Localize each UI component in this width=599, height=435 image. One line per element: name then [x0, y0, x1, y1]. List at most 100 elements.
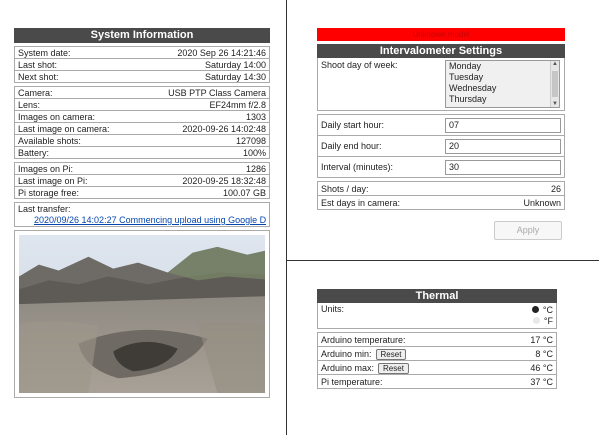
day-option[interactable]: Monday — [446, 61, 559, 72]
pi-temp-value: 37 °C — [530, 376, 553, 387]
row-value: Saturday 14:30 — [204, 71, 266, 82]
landscape-photo — [19, 235, 265, 393]
info-row-pi-storage-free: Pi storage free: 100.07 GB — [14, 187, 270, 199]
end-hour-label: Daily end hour: — [321, 141, 382, 151]
info-row-last-image-on-pi: Last image on Pi: 2020-09-25 18:32:48 — [14, 175, 270, 187]
arduino-max-row: Arduino max: Reset 46 °C — [317, 361, 557, 375]
radio-fahrenheit[interactable] — [532, 317, 540, 324]
reset-max-button[interactable]: Reset — [378, 362, 409, 374]
row-value: 1286 — [245, 163, 266, 174]
row-label: Images on camera: — [18, 111, 96, 122]
latest-image-preview[interactable] — [14, 230, 270, 398]
scroll-down-icon[interactable]: ▼ — [552, 101, 558, 107]
row-label: Battery: — [18, 147, 50, 158]
start-hour-row: Daily start hour: 07 — [317, 115, 565, 136]
row-label: System date: — [18, 47, 71, 58]
listbox-scrollbar[interactable]: ▲ ▼ — [550, 61, 559, 107]
info-row-images-on-pi: Images on Pi: 1286 — [14, 163, 270, 175]
pi-temp-row: Pi temperature: 37 °C — [317, 375, 557, 389]
end-hour-row: Daily end hour: 20 — [317, 136, 565, 157]
row-value: 1303 — [245, 111, 266, 122]
info-row-lens: Lens: EF24mm f/2.8 — [14, 99, 270, 111]
row-value: EF24mm f/2.8 — [209, 99, 266, 110]
unit-celsius-option[interactable]: °C — [531, 304, 553, 315]
info-row-last-shot: Last shot: Saturday 14:00 — [14, 59, 270, 71]
arduino-temp-row: Arduino temperature: 17 °C — [317, 333, 557, 347]
row-label: Images on Pi: — [18, 163, 74, 174]
end-hour-input[interactable]: 20 — [445, 138, 561, 154]
system-information-title: System Information — [14, 28, 270, 43]
start-hour-input[interactable]: 07 — [445, 117, 561, 133]
arduino-min-label: Arduino min: — [321, 348, 372, 359]
interval-input[interactable]: 30 — [445, 159, 561, 175]
row-label: Last shot: — [18, 59, 58, 70]
info-row-images-on-camera: Images on camera: 1303 — [14, 111, 270, 123]
shoot-day-listbox[interactable]: Monday Tuesday Wednesday Thursday ▲ ▼ — [445, 60, 560, 108]
arduino-min-row: Arduino min: Reset 8 °C — [317, 347, 557, 361]
unit-celsius-label: °C — [542, 304, 553, 315]
est-days-row: Est days in camera: Unknown — [317, 196, 565, 210]
arduino-min-value: 8 °C — [535, 348, 553, 359]
day-option[interactable]: Wednesday — [446, 83, 559, 94]
arduino-max-label: Arduino max: — [321, 362, 375, 373]
arduino-temp-label: Arduino temperature: — [321, 334, 406, 345]
thermal-panel: Thermal Units: °C °F Arduino temperature… — [317, 289, 557, 389]
row-value: USB PTP Class Camera — [168, 87, 266, 98]
row-value: 100% — [242, 147, 266, 158]
start-hour-label: Daily start hour: — [321, 120, 385, 130]
intervalometer-title: Intervalometer Settings — [317, 44, 565, 58]
last-transfer-box: Last transfer: 2020/09/26 14:02:27 Comme… — [14, 202, 270, 227]
last-transfer-link[interactable]: 2020/09/26 14:02:27 Commencing upload us… — [18, 215, 266, 226]
reset-min-button[interactable]: Reset — [375, 348, 407, 360]
shots-per-day-row: Shots / day: 26 — [317, 182, 565, 196]
interval-label: Interval (minutes): — [321, 162, 394, 172]
row-value: 2020-09-26 14:02:48 — [182, 123, 266, 134]
unit-fahrenheit-label: °F — [543, 315, 553, 326]
shots-per-day-label: Shots / day: — [321, 183, 369, 194]
shoot-day-label: Shoot day of week: — [321, 60, 398, 70]
row-label: Camera: — [18, 87, 53, 98]
system-information-panel: System Information System date: 2020 Sep … — [14, 28, 270, 398]
info-row-last-image-on-camera: Last image on camera: 2020-09-26 14:02:48 — [14, 123, 270, 135]
horizontal-divider — [287, 260, 599, 261]
info-row-system-date: System date: 2020 Sep 26 14:21:46 — [14, 47, 270, 59]
arduino-max-value: 46 °C — [530, 362, 553, 373]
time-group: System date: 2020 Sep 26 14:21:46 Last sh… — [14, 46, 270, 83]
row-label: Next shot: — [18, 71, 59, 82]
row-value: 2020-09-25 18:32:48 — [182, 175, 266, 186]
vertical-divider — [286, 0, 287, 435]
interval-row: Interval (minutes): 30 — [317, 157, 565, 178]
unit-fahrenheit-option[interactable]: °F — [532, 315, 553, 326]
pi-group: Images on Pi: 1286 Last image on Pi: 2020-… — [14, 162, 270, 199]
scroll-up-icon[interactable]: ▲ — [552, 61, 558, 67]
camera-group: Camera: USB PTP Class Camera Lens: EF24mm … — [14, 86, 270, 159]
units-label: Units: — [321, 304, 345, 314]
day-option[interactable]: Thursday — [446, 94, 559, 105]
unknown-model-alert: Unknown model — [317, 28, 565, 41]
scroll-thumb[interactable] — [552, 71, 558, 97]
row-label: Available shots: — [18, 135, 81, 146]
info-row-available-shots: Available shots: 127098 — [14, 135, 270, 147]
row-label: Lens: — [18, 99, 41, 110]
row-value: 127098 — [235, 135, 266, 146]
units-row: Units: °C °F — [317, 303, 557, 329]
info-row-next-shot: Next shot: Saturday 14:30 — [14, 71, 270, 83]
intervalometer-panel: Unknown model Intervalometer Settings Sh… — [317, 28, 565, 210]
thermal-title: Thermal — [317, 289, 557, 303]
arduino-temp-value: 17 °C — [530, 334, 553, 345]
shoot-day-row: Shoot day of week: Monday Tuesday Wednes… — [317, 58, 565, 111]
row-value: 100.07 GB — [222, 187, 266, 198]
day-option[interactable]: Tuesday — [446, 72, 559, 83]
info-row-camera: Camera: USB PTP Class Camera — [14, 87, 270, 99]
row-label: Pi storage free: — [18, 187, 80, 198]
shots-per-day-value: 26 — [550, 183, 561, 194]
row-label: Last image on camera: — [18, 123, 110, 134]
units-radio-group: °C °F — [531, 304, 553, 327]
last-transfer-label: Last transfer: — [18, 204, 71, 214]
radio-celsius[interactable] — [531, 306, 539, 313]
row-label: Last image on Pi: — [18, 175, 88, 186]
apply-button[interactable]: Apply — [494, 221, 562, 240]
pi-temp-label: Pi temperature: — [321, 376, 383, 387]
est-days-value: Unknown — [523, 197, 561, 208]
est-days-label: Est days in camera: — [321, 197, 401, 208]
